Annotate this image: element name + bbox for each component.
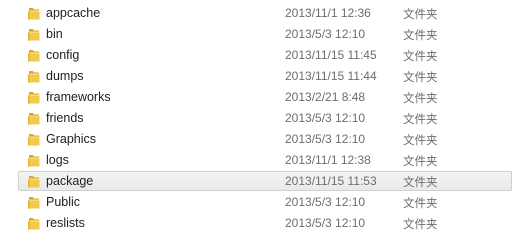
folder-icon bbox=[28, 113, 40, 125]
modified-date: 2013/11/1 12:38 bbox=[285, 153, 371, 167]
folder-icon bbox=[28, 197, 40, 209]
file-type: 文件夹 bbox=[403, 7, 438, 21]
folder-icon bbox=[28, 176, 40, 188]
file-name: friends bbox=[46, 111, 84, 125]
folder-icon bbox=[28, 134, 40, 146]
file-type: 文件夹 bbox=[403, 175, 438, 189]
file-row-bin[interactable]: bin 2013/5/3 12:10 文件夹 bbox=[0, 24, 521, 45]
file-name: frameworks bbox=[46, 90, 111, 104]
file-row-reslists[interactable]: reslists 2013/5/3 12:10 文件夹 bbox=[0, 213, 521, 234]
file-type: 文件夹 bbox=[403, 49, 438, 63]
file-type: 文件夹 bbox=[403, 28, 438, 42]
file-name: reslists bbox=[46, 216, 85, 230]
file-row-package[interactable]: package 2013/11/15 11:53 文件夹 bbox=[0, 171, 521, 192]
file-row-appcache[interactable]: appcache 2013/11/1 12:36 文件夹 bbox=[0, 3, 521, 24]
file-row-frameworks[interactable]: frameworks 2013/2/21 8:48 文件夹 bbox=[0, 87, 521, 108]
file-type: 文件夹 bbox=[403, 217, 438, 231]
file-type: 文件夹 bbox=[403, 133, 438, 147]
modified-date: 2013/11/15 11:44 bbox=[285, 69, 377, 83]
modified-date: 2013/11/1 12:36 bbox=[285, 6, 371, 20]
file-name: dumps bbox=[46, 69, 84, 83]
modified-date: 2013/5/3 12:10 bbox=[285, 111, 366, 125]
file-row-friends[interactable]: friends 2013/5/3 12:10 文件夹 bbox=[0, 108, 521, 129]
file-type: 文件夹 bbox=[403, 70, 438, 84]
modified-date: 2013/5/3 12:10 bbox=[285, 27, 366, 41]
folder-icon bbox=[28, 218, 40, 230]
folder-icon bbox=[28, 92, 40, 104]
file-name: bin bbox=[46, 27, 63, 41]
file-row-config[interactable]: config 2013/11/15 11:45 文件夹 bbox=[0, 45, 521, 66]
file-row-logs[interactable]: logs 2013/11/1 12:38 文件夹 bbox=[0, 150, 521, 171]
file-type: 文件夹 bbox=[403, 91, 438, 105]
file-name: package bbox=[46, 174, 94, 188]
folder-icon bbox=[28, 8, 40, 20]
modified-date: 2013/11/15 11:53 bbox=[285, 174, 377, 188]
file-row-graphics[interactable]: Graphics 2013/5/3 12:10 文件夹 bbox=[0, 129, 521, 150]
modified-date: 2013/2/21 8:48 bbox=[285, 90, 366, 104]
file-type: 文件夹 bbox=[403, 112, 438, 126]
file-type: 文件夹 bbox=[403, 154, 438, 168]
folder-icon bbox=[28, 50, 40, 62]
file-row-public[interactable]: Public 2013/5/3 12:10 文件夹 bbox=[0, 192, 521, 213]
file-row-dumps[interactable]: dumps 2013/11/15 11:44 文件夹 bbox=[0, 66, 521, 87]
modified-date: 2013/11/15 11:45 bbox=[285, 48, 377, 62]
modified-date: 2013/5/3 12:10 bbox=[285, 216, 366, 230]
folder-icon bbox=[28, 29, 40, 41]
file-name: config bbox=[46, 48, 80, 62]
modified-date: 2013/5/3 12:10 bbox=[285, 195, 366, 209]
modified-date: 2013/5/3 12:10 bbox=[285, 132, 366, 146]
file-type: 文件夹 bbox=[403, 196, 438, 210]
file-name: logs bbox=[46, 153, 69, 167]
file-name: appcache bbox=[46, 6, 101, 20]
folder-icon bbox=[28, 71, 40, 83]
folder-icon bbox=[28, 155, 40, 167]
file-name: Public bbox=[46, 195, 81, 209]
file-list: appcache 2013/11/1 12:36 文件夹 bin 2013/5/… bbox=[0, 0, 521, 249]
file-name: Graphics bbox=[46, 132, 97, 146]
